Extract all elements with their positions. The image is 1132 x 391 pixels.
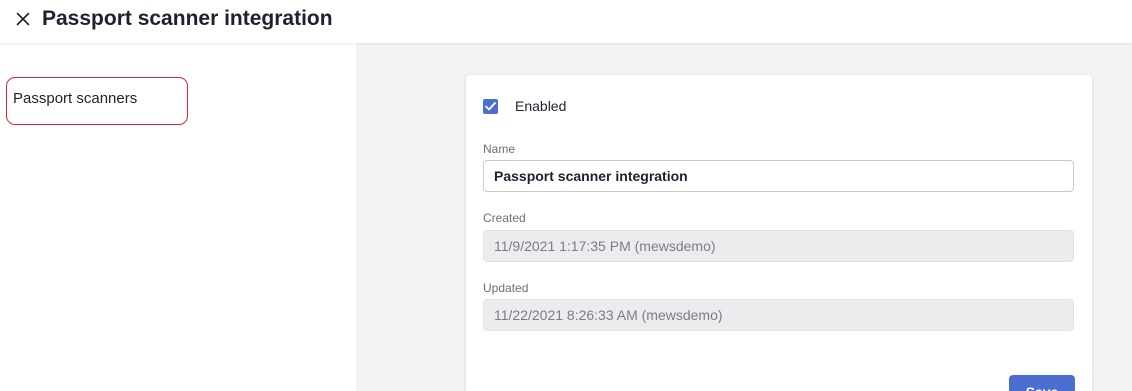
- updated-field: 11/22/2021 8:26:33 AM (mewsdemo): [483, 299, 1074, 331]
- created-label: Created: [483, 211, 526, 225]
- updated-value: 11/22/2021 8:26:33 AM (mewsdemo): [494, 307, 723, 323]
- close-icon[interactable]: [16, 12, 30, 26]
- main-content: Enabled Name Created 11/9/2021 1:17:35 P…: [356, 43, 1132, 391]
- enabled-label: Enabled: [515, 98, 567, 114]
- header: Passport scanner integration: [0, 0, 1132, 43]
- enabled-checkbox[interactable]: [483, 98, 498, 114]
- enabled-toggle[interactable]: Enabled: [483, 98, 566, 114]
- name-label: Name: [483, 142, 516, 156]
- save-button[interactable]: Save: [1009, 375, 1075, 391]
- updated-label: Updated: [483, 281, 529, 295]
- sidebar-item-passport-scanners[interactable]: Passport scanners: [6, 77, 188, 125]
- created-value: 11/9/2021 1:17:35 PM (mewsdemo): [494, 238, 716, 254]
- page-title: Passport scanner integration: [42, 7, 333, 30]
- page: Passport scanner integration Passport sc…: [0, 0, 1132, 391]
- checkmark-icon: [485, 101, 496, 110]
- name-input[interactable]: [483, 160, 1074, 192]
- close-button[interactable]: [12, 7, 34, 31]
- created-field: 11/9/2021 1:17:35 PM (mewsdemo): [483, 230, 1074, 262]
- sidebar-item-label: Passport scanners: [13, 89, 138, 107]
- sidebar: Passport scanners: [0, 43, 356, 391]
- settings-card: Enabled Name Created 11/9/2021 1:17:35 P…: [466, 75, 1092, 391]
